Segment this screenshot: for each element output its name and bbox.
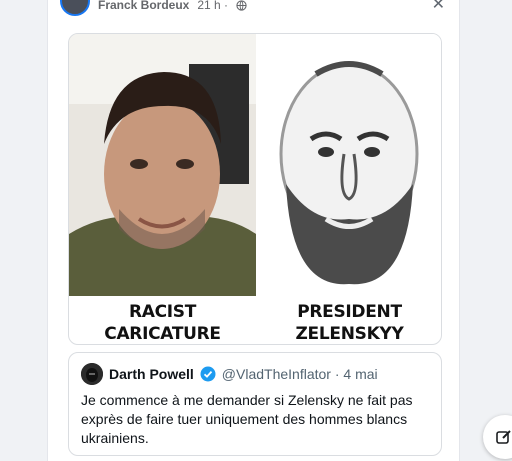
verified-badge-icon <box>200 366 216 382</box>
tweet-text: Je commence à me demander si Zelensky ne… <box>81 392 413 446</box>
globe-icon <box>236 0 247 11</box>
tweet-author-name[interactable]: Darth Powell <box>109 366 194 382</box>
close-icon[interactable]: ✕ <box>432 0 445 14</box>
compose-icon <box>496 430 511 444</box>
post-header: Franck Bordeux 21 h · <box>60 0 247 16</box>
tweet-avatar[interactable] <box>81 363 103 385</box>
tweet-header: Darth Powell @VladTheInflator · 4 mai <box>81 363 429 385</box>
left-caption: RACIST CARICATURE <box>104 302 221 344</box>
post-time[interactable]: 21 h · <box>197 0 228 12</box>
photo-portrait <box>69 34 256 296</box>
post-image[interactable]: RACIST CARICATURE PRESIDENT ZELENSKYY <box>68 33 442 345</box>
compose-button[interactable] <box>483 415 512 459</box>
author-name[interactable]: Franck Bordeux <box>98 0 189 12</box>
caricature-drawing <box>256 34 441 296</box>
quoted-tweet[interactable]: Darth Powell @VladTheInflator · 4 mai Je… <box>68 352 442 456</box>
tweet-handle-date: @VladTheInflator · 4 mai <box>221 366 378 382</box>
right-caption: PRESIDENT ZELENSKYY <box>295 302 404 344</box>
post-card: Franck Bordeux 21 h · ✕ RACIST CARICATUR… <box>47 0 460 461</box>
author-avatar[interactable] <box>60 0 90 16</box>
